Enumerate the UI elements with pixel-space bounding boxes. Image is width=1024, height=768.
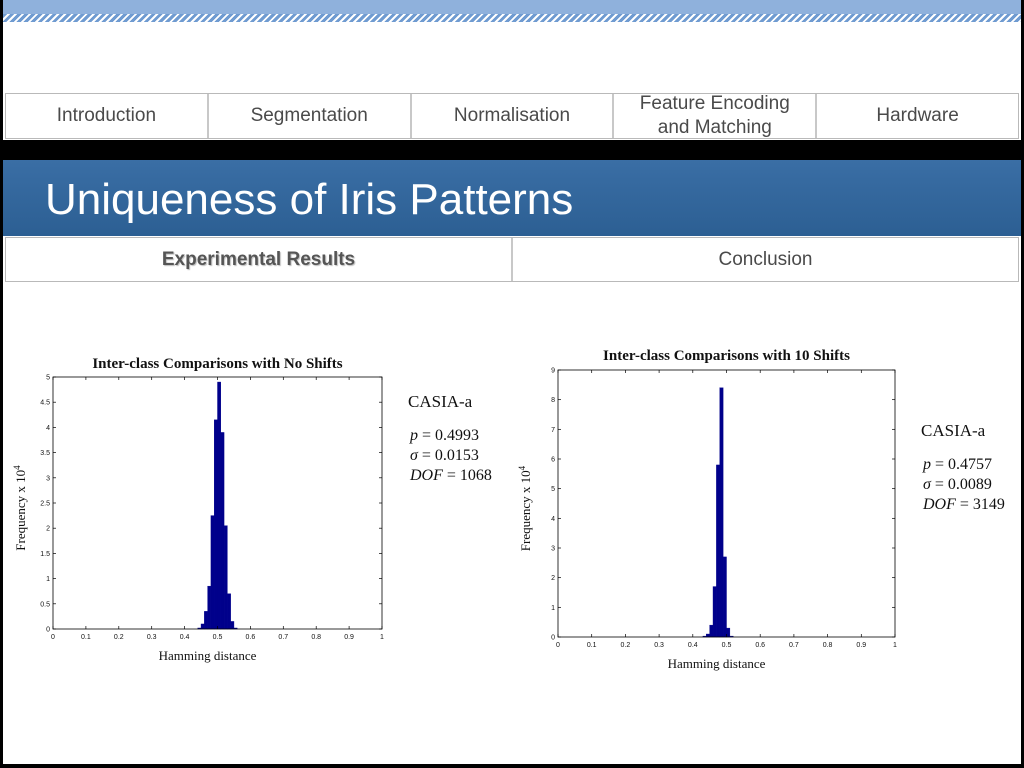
chart-0-bar <box>204 611 208 630</box>
chart-1-bar <box>709 624 714 638</box>
chart-0-bar <box>200 623 205 630</box>
chart-1-xtick-label: 0.9 <box>856 642 866 649</box>
chart-0-ytick-label: 2.5 <box>40 501 50 508</box>
chart-1-bar <box>722 556 727 638</box>
chart-0-xlabel: Hamming distance <box>159 648 257 663</box>
chart-0-bar <box>207 585 212 630</box>
chart-1-xtick-label: 0.5 <box>722 642 732 649</box>
chart-0-xtick-label: 0.4 <box>180 634 190 641</box>
chart-0-bar <box>214 419 218 630</box>
chart-0-ytick-label: 0 <box>46 627 50 634</box>
chart-0-ytick-label: 3 <box>46 475 50 482</box>
chart-1-xtick-label: 0.6 <box>755 642 765 649</box>
chart-1-bar <box>719 387 724 638</box>
chart-0-ylabel: Frequency x 104 <box>12 465 28 551</box>
chart-1-bar <box>712 586 717 638</box>
chart-0-xtick-label: 0.7 <box>278 634 288 641</box>
chart-1-xtick-label: 0.7 <box>789 642 799 649</box>
chart-0-ylabel-text: Frequency x 10 <box>13 470 28 551</box>
chart-0-ytick-label: 2 <box>46 526 50 533</box>
stat-sigma: σ = 0.0089 <box>923 476 992 493</box>
chart-1-xtick-label: 1 <box>893 642 897 649</box>
chart-1-ylabel-text: Frequency x 10 <box>518 470 533 551</box>
chart-0-ytick-label: 5 <box>46 375 50 382</box>
chart-0-xtick-label: 0.2 <box>114 634 124 641</box>
chart-0-bar <box>220 432 225 630</box>
chart-1-ytick-label: 2 <box>551 575 555 582</box>
stat-p: p = 0.4993 <box>410 427 480 444</box>
chart-1-ytick-label: 9 <box>551 368 555 375</box>
chart-0-title: Inter-class Comparisons with No Shifts <box>92 356 342 372</box>
chart-1-ytick-label: 7 <box>551 427 555 434</box>
chart-1-ylabel: Frequency x 104 <box>517 465 533 551</box>
chart-1-xtick-label: 0.3 <box>654 642 664 649</box>
chart-1-bar <box>706 633 710 638</box>
chart-0-bar <box>210 515 215 630</box>
chart-1-ytick-label: 6 <box>551 457 555 464</box>
chart-1-title: Inter-class Comparisons with 10 Shifts <box>603 348 850 364</box>
chart-1-ytick-label: 3 <box>551 546 555 553</box>
stat-sigma: σ = 0.0153 <box>410 447 479 464</box>
stats-panel-10-shifts: CASIA-a p = 0.4757 σ = 0.0089 DOF = 3149 <box>921 421 1005 515</box>
chart-0-ytick-label: 4.5 <box>40 400 50 407</box>
chart-1-ylabel-exponent: 4 <box>517 465 527 470</box>
chart-1-ytick-label: 1 <box>551 605 555 612</box>
chart-0-xtick-label: 0.6 <box>246 634 256 641</box>
chart-0-bar <box>223 525 228 630</box>
chart-1-bar <box>726 627 731 638</box>
chart-0-xtick-label: 0.3 <box>147 634 157 641</box>
chart-0-xtick-label: 1 <box>380 634 384 641</box>
chart-0-xtick-label: 0 <box>51 634 55 641</box>
chart-1-ytick-label: 8 <box>551 397 555 404</box>
chart-1-ytick-label: 5 <box>551 486 555 493</box>
chart-0-ytick-label: 4 <box>46 425 50 432</box>
chart-0-bar <box>227 593 231 630</box>
chart-0-ytick-label: 3.5 <box>40 450 50 457</box>
chart-1-bar <box>716 464 720 638</box>
chart-1-ytick-label: 4 <box>551 516 555 523</box>
histogram-charts: Inter-class Comparisons with No Shifts0 0… <box>12 348 897 671</box>
dataset-label: CASIA-a <box>408 392 473 411</box>
stat-dof: DOF = 3149 <box>923 496 1005 513</box>
stats-panel-no-shifts: CASIA-a p = 0.4993 σ = 0.0153 DOF = 1068 <box>408 392 492 486</box>
stat-p: p = 0.4757 <box>923 456 993 473</box>
chart-0-ylabel-exponent: 4 <box>12 465 22 470</box>
chart-0-ytick-label: 1.5 <box>40 551 50 558</box>
dataset-label: CASIA-a <box>921 421 986 440</box>
slide: Introduction Segmentation Normalisation … <box>3 0 1021 764</box>
chart-0-xtick-label: 0.8 <box>311 634 321 641</box>
chart-0-xtick-label: 0.1 <box>81 634 91 641</box>
chart-0-ytick-label: 1 <box>46 576 50 583</box>
chart-1-xlabel: Hamming distance <box>668 656 766 671</box>
chart-1-xtick-label: 0.4 <box>688 642 698 649</box>
chart-1-xtick-label: 0.1 <box>587 642 597 649</box>
chart-0-xtick-label: 0.9 <box>344 634 354 641</box>
chart-1-ytick-label: 0 <box>551 635 555 642</box>
chart-0-bar <box>217 381 221 630</box>
chart-1-xtick-label: 0.8 <box>823 642 833 649</box>
chart-0-ytick-label: 0.5 <box>40 601 50 608</box>
stat-dof: DOF = 1068 <box>410 467 492 484</box>
chart-1-xtick-label: 0 <box>556 642 560 649</box>
chart-0-bar <box>230 621 235 630</box>
chart-0-xtick-label: 0.5 <box>213 634 223 641</box>
chart-1-xtick-label: 0.2 <box>621 642 631 649</box>
